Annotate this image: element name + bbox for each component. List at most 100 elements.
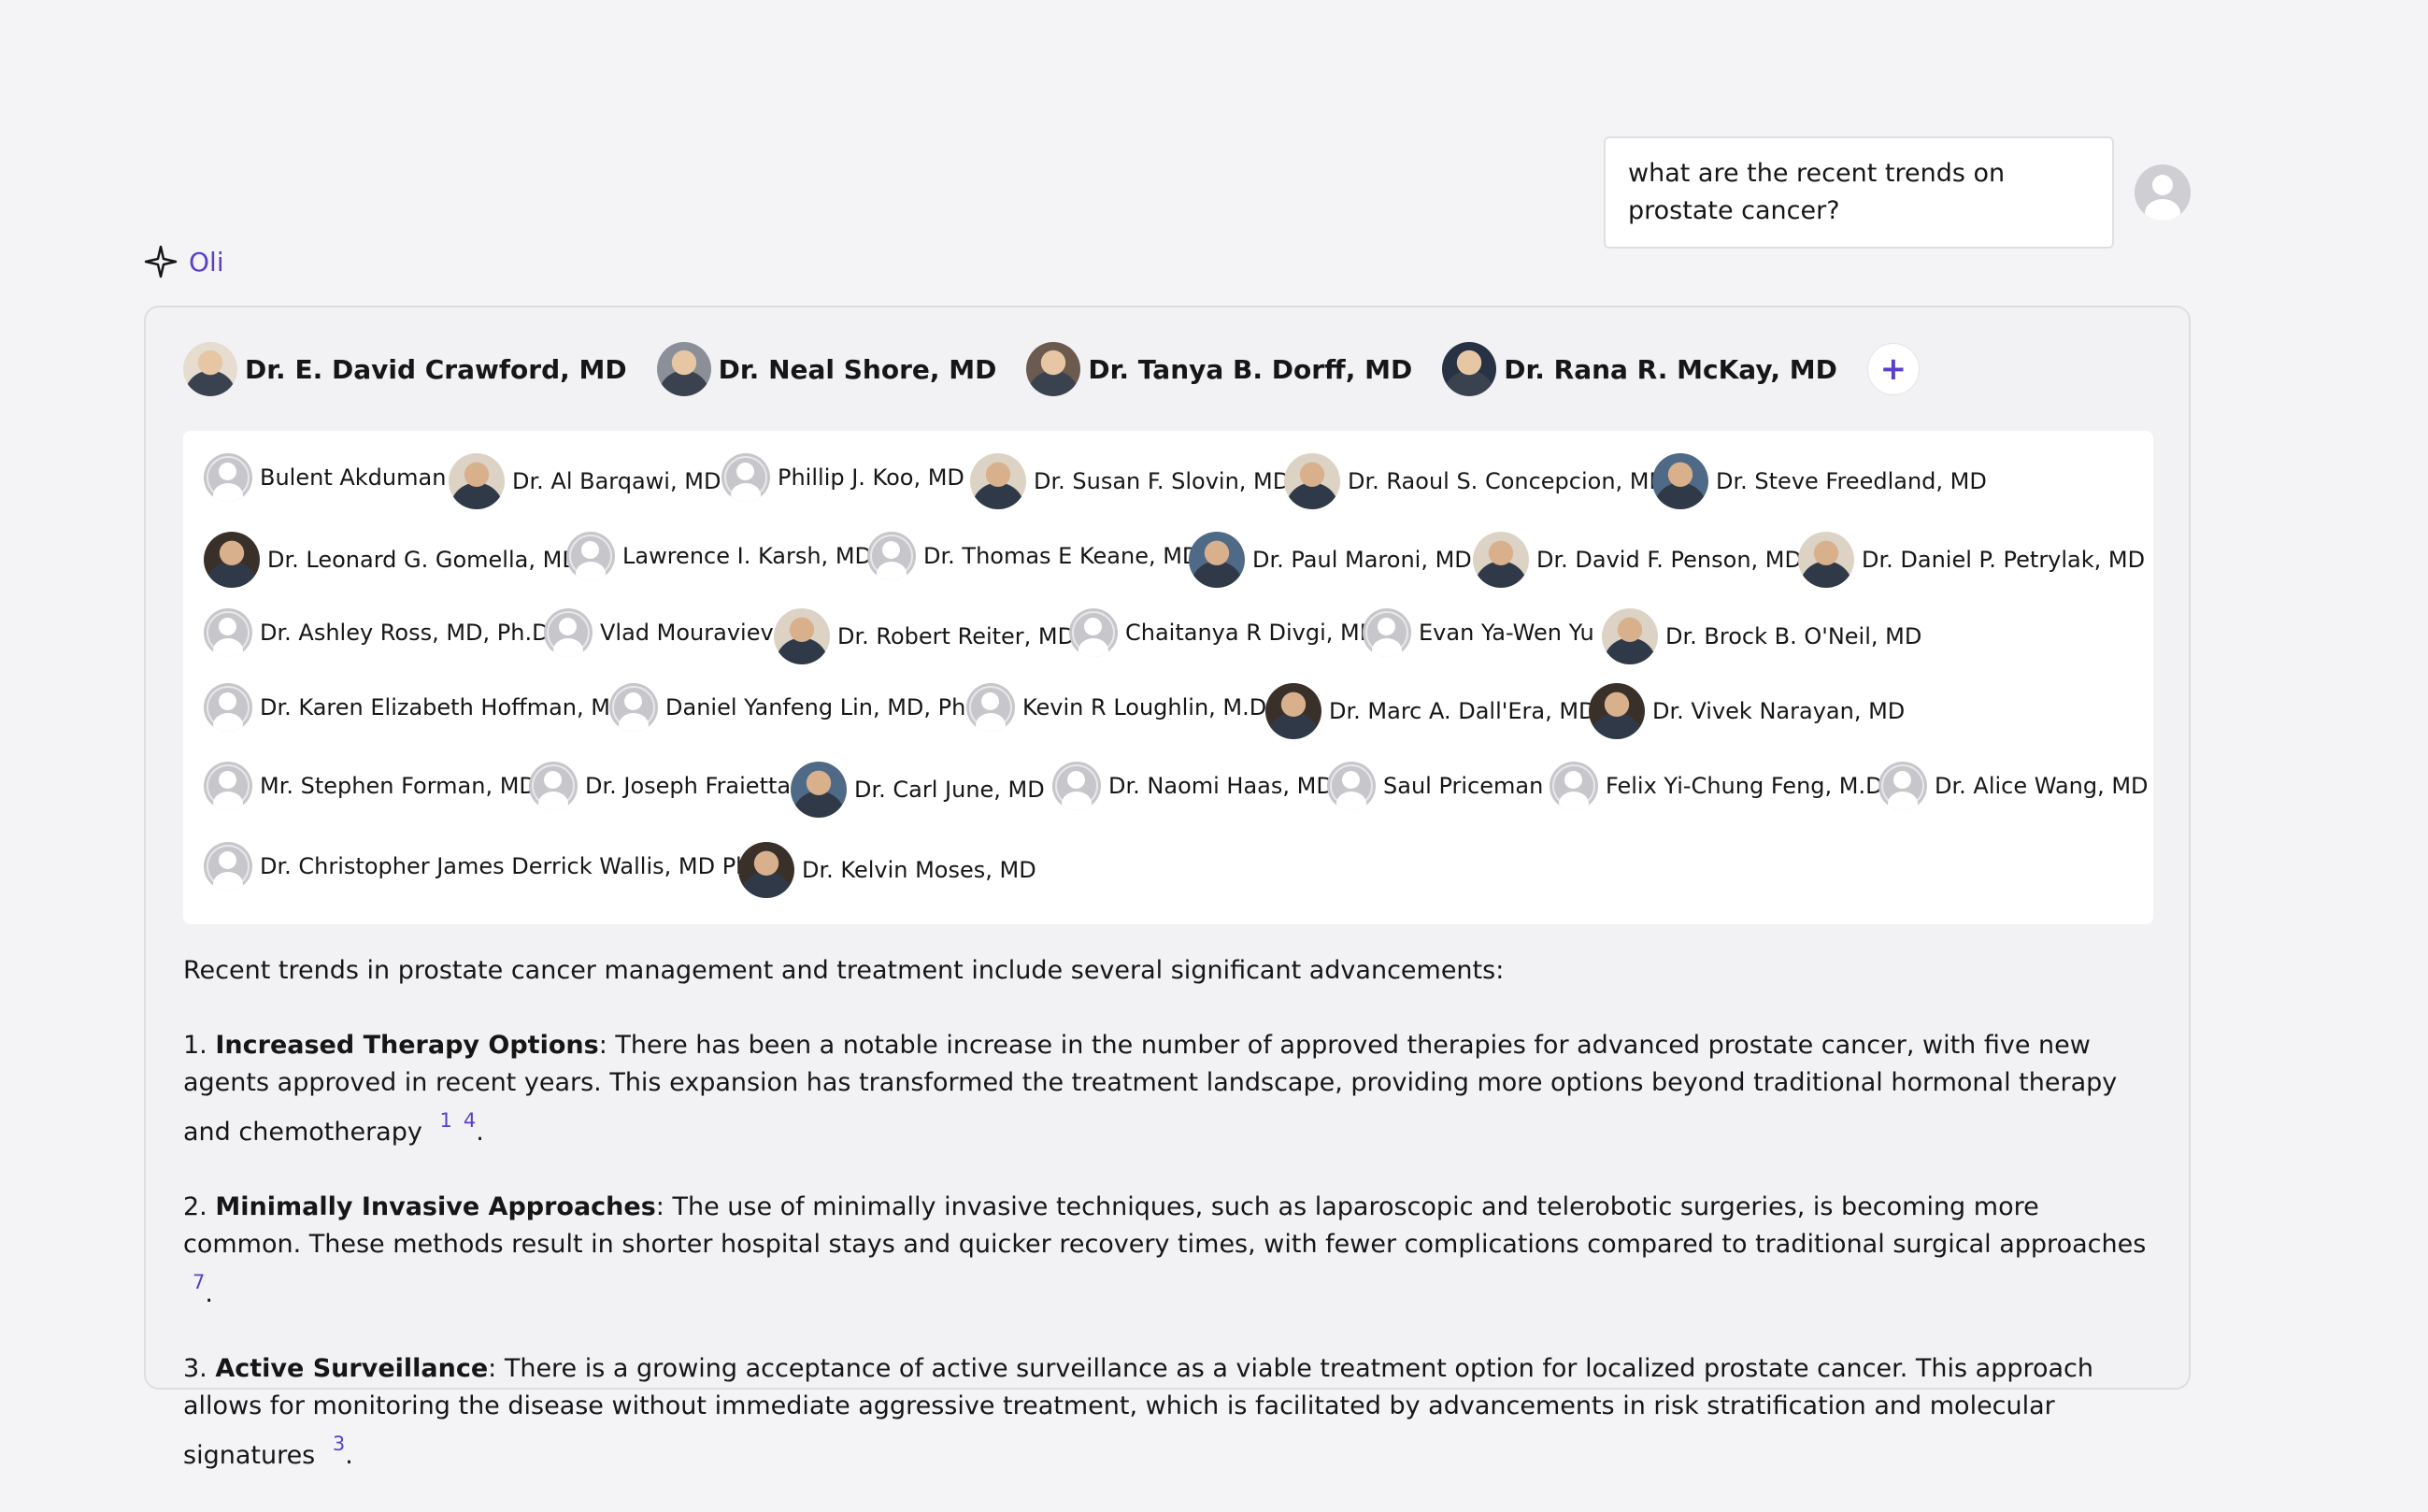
expert-avatar-photo xyxy=(449,453,505,509)
user-placeholder-icon xyxy=(204,608,252,657)
user-placeholder-icon xyxy=(1363,608,1411,657)
expert-name: Dr. Paul Maroni, MD xyxy=(1252,547,1472,573)
expert-name: Dr. Alice Wang, MD xyxy=(1935,773,2149,799)
expert-chip[interactable]: Dr. Raoul S. Concepcion, MD xyxy=(1284,453,1666,509)
expert-name: Dr. Ashley Ross, MD, Ph.D. xyxy=(260,620,557,646)
expert-chip[interactable]: Bulent Akduman xyxy=(204,453,446,502)
expert-chip[interactable]: Dr. Joseph Fraietta xyxy=(529,762,791,810)
expert-chip[interactable]: Dr. David F. Penson, MD xyxy=(1473,532,1802,588)
expert-chip[interactable]: Kevin R Loughlin, M.D. xyxy=(966,683,1274,732)
expert-name: Dr. Steve Freedland, MD xyxy=(1716,468,1987,494)
expert-name: Dr. Brock B. O'Neil, MD xyxy=(1665,623,1922,649)
expert-name: Dr. Neal Shore, MD xyxy=(718,353,997,385)
add-expert-button[interactable]: + xyxy=(1866,343,1920,395)
expert-chip[interactable]: Dr. Kelvin Moses, MD xyxy=(738,842,1036,898)
assistant-header: Oli xyxy=(144,245,224,278)
expert-chip[interactable]: Dr. Daniel P. Petrylak, MD xyxy=(1798,532,2145,588)
expert-avatar-photo xyxy=(1473,532,1529,588)
expert-chip[interactable]: Dr. Alice Wang, MD xyxy=(1878,762,2149,810)
expert-name: Dr. Naomi Haas, MD xyxy=(1108,773,1334,799)
expert-name: Daniel Yanfeng Lin, MD, PhD xyxy=(665,694,983,720)
citation-link[interactable]: 1 xyxy=(439,1109,451,1132)
expert-name: Dr. Joseph Fraietta xyxy=(585,773,792,799)
expert-name: Dr. Al Barqawi, MD xyxy=(512,468,721,494)
expert-chip[interactable]: Dr. Carl June, MD xyxy=(791,762,1045,818)
expert-avatar-photo xyxy=(1189,532,1245,588)
expert-chip[interactable]: Felix Yi-Chung Feng, M.D. xyxy=(1550,762,1890,810)
user-placeholder-icon xyxy=(529,762,578,810)
expert-chip[interactable]: Evan Ya-Wen Yu xyxy=(1363,608,1594,657)
expert-chip[interactable]: Dr. Steve Freedland, MD xyxy=(1652,453,1987,509)
citation-link[interactable]: 3 xyxy=(333,1433,345,1455)
experts-list: Bulent Akduman Dr. Al Barqawi, MD Philli… xyxy=(183,431,2153,924)
expert-name: Evan Ya-Wen Yu xyxy=(1419,620,1594,646)
expert-name: Dr. Daniel P. Petrylak, MD xyxy=(1862,547,2146,573)
expert-name: Chaitanya R Divgi, MD xyxy=(1125,620,1378,646)
expert-chip[interactable]: Phillip J. Koo, MD xyxy=(721,453,964,502)
expert-chip[interactable]: Dr. Brock B. O'Neil, MD xyxy=(1602,608,1921,664)
answer-text: Recent trends in prostate cancer managem… xyxy=(183,952,2164,1512)
expert-avatar-photo xyxy=(1589,683,1645,739)
item-number: 3. xyxy=(183,1354,207,1383)
expert-chip[interactable]: Dr. Thomas E Keane, MD xyxy=(867,532,1199,580)
expert-name: Saul Priceman xyxy=(1383,773,1544,799)
user-placeholder-icon xyxy=(609,683,658,732)
expert-chip[interactable]: Dr. Vivek Narayan, MD xyxy=(1589,683,1905,739)
expert-chip[interactable]: Dr. Christopher James Derrick Wallis, MD… xyxy=(204,842,767,891)
expert-chip[interactable]: Dr. Susan F. Slovin, MD xyxy=(970,453,1290,509)
expert-name: Felix Yi-Chung Feng, M.D. xyxy=(1606,773,1891,799)
user-placeholder-icon xyxy=(1069,608,1118,657)
item-number: 1. xyxy=(183,1031,207,1060)
citation-link[interactable]: 7 xyxy=(193,1271,205,1293)
citation-link[interactable]: 4 xyxy=(464,1109,476,1132)
user-placeholder-icon xyxy=(1550,762,1598,810)
expert-name: Mr. Stephen Forman, MD xyxy=(260,773,536,799)
expert-name: Lawrence I. Karsh, MD xyxy=(622,543,872,569)
expert-chip[interactable]: Dr. Ashley Ross, MD, Ph.D. xyxy=(204,608,556,657)
user-placeholder-icon xyxy=(721,453,770,502)
expert-name: Dr. Karen Elizabeth Hoffman, MD xyxy=(260,694,628,720)
expert-chip[interactable]: Dr. Marc A. Dall'Era, MD xyxy=(1265,683,1596,739)
user-placeholder-icon xyxy=(1327,762,1376,810)
item-period: . xyxy=(345,1441,353,1470)
expert-name: Dr. Leonard G. Gomella, MD xyxy=(267,547,579,573)
answer-item: 2. Minimally Invasive Approaches: The us… xyxy=(183,1189,2164,1313)
expert-name: Dr. Vivek Narayan, MD xyxy=(1652,698,1906,724)
primary-expert[interactable]: Dr. E. David Crawford, MD xyxy=(183,342,627,396)
expert-chip[interactable]: Dr. Robert Reiter, MD xyxy=(774,608,1075,664)
assistant-name: Oli xyxy=(189,246,224,278)
expert-name: Dr. Kelvin Moses, MD xyxy=(802,857,1036,883)
primary-expert[interactable]: Dr. Neal Shore, MD xyxy=(656,342,997,396)
expert-name: Dr. Thomas E Keane, MD xyxy=(923,543,1200,569)
expert-chip[interactable]: Dr. Karen Elizabeth Hoffman, MD xyxy=(204,683,627,732)
expert-chip[interactable]: Vlad Mouraviev xyxy=(544,608,774,657)
expert-chip[interactable]: Dr. Leonard G. Gomella, MD xyxy=(204,532,579,588)
primary-expert[interactable]: Dr. Tanya B. Dorff, MD xyxy=(1026,342,1412,396)
expert-avatar-photo xyxy=(970,453,1026,509)
expert-avatar-photo xyxy=(774,608,830,664)
expert-name: Dr. Robert Reiter, MD xyxy=(837,623,1076,649)
expert-chip[interactable]: Dr. Naomi Haas, MD xyxy=(1052,762,1334,810)
expert-name: Dr. Rana R. McKay, MD xyxy=(1504,353,1837,385)
expert-avatar-photo xyxy=(1652,453,1708,509)
expert-chip[interactable]: Saul Priceman xyxy=(1327,762,1543,810)
response-panel: Dr. E. David Crawford, MD Dr. Neal Shore… xyxy=(144,306,2191,1470)
item-number: 2. xyxy=(183,1192,207,1221)
expert-chip[interactable]: Dr. Paul Maroni, MD xyxy=(1189,532,1472,588)
answer-item: 1. Increased Therapy Options: There has … xyxy=(183,1027,2164,1151)
user-placeholder-icon xyxy=(544,608,593,657)
expert-chip[interactable]: Dr. Al Barqawi, MD xyxy=(449,453,721,509)
expert-chip[interactable]: Chaitanya R Divgi, MD xyxy=(1069,608,1377,657)
expert-name: Dr. E. David Crawford, MD xyxy=(245,353,627,385)
user-placeholder-icon xyxy=(966,683,1015,732)
user-placeholder-icon xyxy=(204,762,252,810)
expert-chip[interactable]: Mr. Stephen Forman, MD xyxy=(204,762,536,810)
expert-name: Dr. Christopher James Derrick Wallis, MD… xyxy=(260,853,767,879)
expert-chip[interactable]: Daniel Yanfeng Lin, MD, PhD xyxy=(609,683,983,732)
expert-chip[interactable]: Lawrence I. Karsh, MD xyxy=(566,532,872,580)
answer-intro: Recent trends in prostate cancer managem… xyxy=(183,956,1505,985)
user-placeholder-icon xyxy=(204,842,252,891)
primary-expert[interactable]: Dr. Rana R. McKay, MD xyxy=(1442,342,1837,396)
expert-avatar-photo xyxy=(1442,342,1497,396)
expert-avatar-photo xyxy=(1798,532,1854,588)
